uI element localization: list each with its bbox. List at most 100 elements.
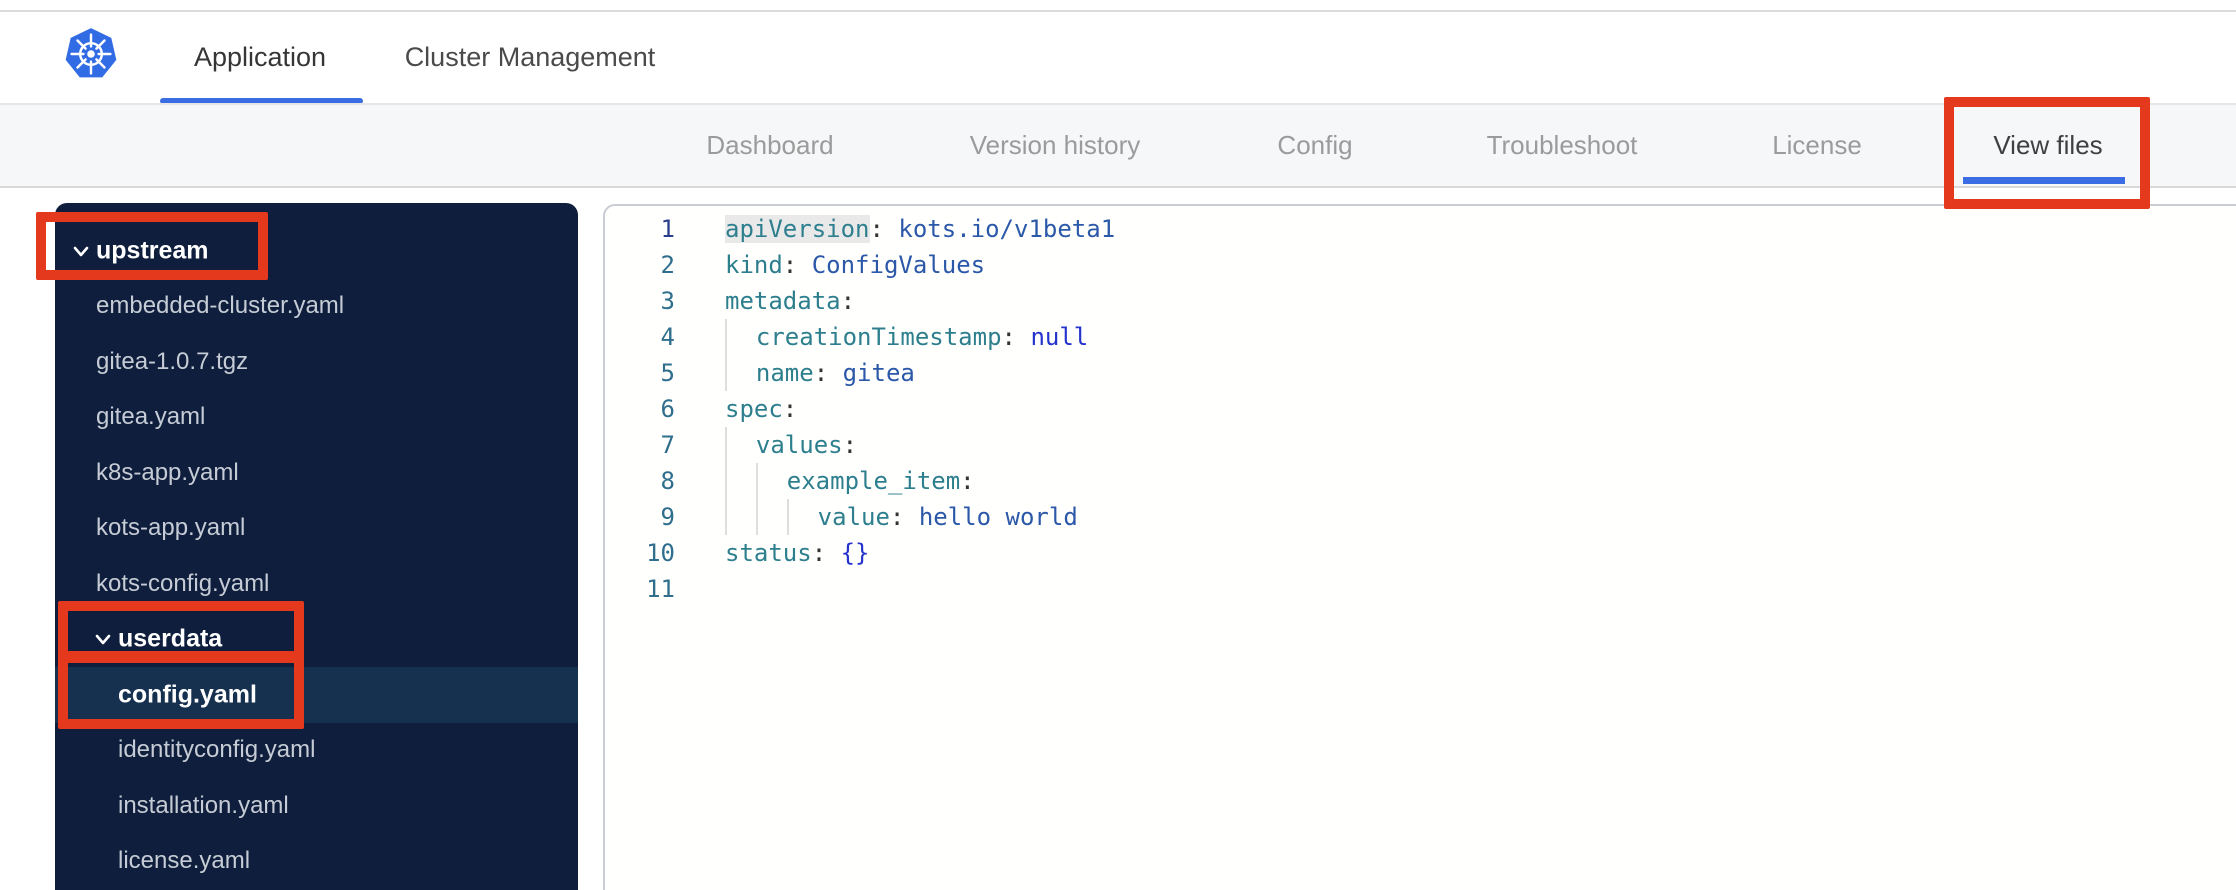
indent-guide	[786, 499, 818, 535]
code-line-text: values:	[675, 427, 857, 463]
tree-file-kots-app-yaml[interactable]: kots-app.yaml	[55, 501, 578, 557]
line-number: 5	[660, 359, 675, 387]
code-token: kind	[725, 251, 783, 279]
tree-item-label: embedded-cluster.yaml	[96, 292, 345, 320]
code-token: hello world	[918, 503, 1078, 531]
app-nav-bar: Dashboard Version history Config Troublesho…	[0, 105, 2236, 188]
code-line[interactable]: 10 status: {}	[605, 535, 2236, 571]
annotation-box-view-files	[1944, 97, 2150, 209]
indent-guide	[725, 319, 756, 355]
code-token: null	[1030, 323, 1089, 351]
code-token: :	[811, 539, 841, 567]
kubernetes-logo-icon	[65, 28, 117, 78]
line-number: 7	[660, 431, 675, 459]
code-token: {}	[840, 539, 870, 567]
tree-file-license-yaml[interactable]: license.yaml	[55, 834, 578, 890]
code-line[interactable]: 8 example_item:	[605, 463, 2236, 499]
indent-guide	[725, 355, 756, 391]
tab-license[interactable]: License	[1712, 105, 1922, 186]
tab-config[interactable]: Config	[1215, 105, 1415, 186]
code-token: :	[840, 287, 856, 315]
header-tab-cluster-management[interactable]: Cluster Management	[385, 12, 675, 102]
line-number: 6	[660, 395, 675, 423]
code-token: :	[1001, 323, 1031, 351]
code-token: gitea	[842, 359, 915, 387]
tree-file-embedded-cluster-yaml[interactable]: embedded-cluster.yaml	[55, 279, 578, 335]
indent-guide	[755, 463, 787, 499]
code-token: kots.io/v1beta1	[898, 215, 1116, 243]
code-line[interactable]: 11	[605, 571, 2236, 607]
tree-item-label: k8s-app.yaml	[96, 458, 239, 486]
code-line[interactable]: 7 values:	[605, 427, 2236, 463]
tree-item-label: identityconfig.yaml	[118, 736, 316, 764]
code-line-text: name: gitea	[675, 355, 915, 391]
tree-item-label: installation.yaml	[118, 791, 289, 819]
tree-file-identityconfig-yaml[interactable]: identityconfig.yaml	[55, 723, 578, 779]
annotation-box-upstream	[36, 212, 268, 280]
code-line-text: value: hello world	[675, 499, 1078, 535]
line-number: 10	[646, 539, 675, 567]
code-token: :	[782, 395, 798, 423]
code-token: spec	[725, 395, 783, 423]
code-line-text: creationTimestamp: null	[675, 319, 1088, 355]
tree-item-label: license.yaml	[118, 847, 251, 875]
code-line[interactable]: 5 name: gitea	[605, 355, 2236, 391]
file-editor[interactable]: 1 apiVersion: kots.io/v1beta1 2 kind: Confi…	[603, 204, 2236, 890]
code-token: :	[869, 215, 899, 243]
tab-troubleshoot[interactable]: Troubleshoot	[1452, 105, 1672, 186]
code-line-text: status: {}	[675, 535, 870, 571]
indent-guide	[725, 499, 756, 535]
indent-guide	[755, 499, 787, 535]
line-number: 3	[660, 287, 675, 315]
code-token: name	[755, 359, 814, 387]
code-line[interactable]: 3 metadata:	[605, 283, 2236, 319]
code-token: value	[817, 503, 890, 531]
annotation-box-config-yaml	[58, 653, 304, 729]
tab-dashboard[interactable]: Dashboard	[660, 105, 880, 186]
line-number: 9	[660, 503, 675, 531]
tree-file-installation-yaml[interactable]: installation.yaml	[55, 778, 578, 834]
header-tab-application[interactable]: Application	[150, 12, 370, 102]
code-line[interactable]: 6 spec:	[605, 391, 2236, 427]
code-line-text: spec:	[675, 391, 797, 427]
line-number: 2	[660, 251, 675, 279]
code-token: apiVersion	[725, 215, 870, 243]
code-line[interactable]: 1 apiVersion: kots.io/v1beta1	[605, 211, 2236, 247]
line-number: 1	[660, 215, 675, 243]
file-tree-sidebar: upstream embedded-cluster.yaml gitea-1.0.7…	[55, 203, 578, 890]
tree-item-label: kots-app.yaml	[96, 514, 246, 542]
code-token: :	[842, 431, 858, 459]
code-token: creationTimestamp	[755, 323, 1002, 351]
indent-guide	[725, 427, 756, 463]
code-line-text: apiVersion: kots.io/v1beta1	[675, 211, 1115, 247]
code-token: :	[813, 359, 843, 387]
tree-file-k8s-app-yaml[interactable]: k8s-app.yaml	[55, 445, 578, 501]
code-token: :	[889, 503, 919, 531]
line-number: 8	[660, 467, 675, 495]
code-token: values	[755, 431, 843, 459]
kots-admin-console: Application Cluster Management Dashboard V…	[0, 0, 2236, 890]
code-line[interactable]: 9 value: hello world	[605, 499, 2236, 535]
code-token: example_item	[786, 467, 961, 495]
code-token: status	[725, 539, 812, 567]
indent-guide	[725, 463, 756, 499]
code-line-text: example_item:	[675, 463, 975, 499]
line-number: 11	[646, 575, 675, 603]
code-line[interactable]: 2 kind: ConfigValues	[605, 247, 2236, 283]
tree-item-label: gitea-1.0.7.tgz	[96, 347, 249, 375]
tree-file-gitea-1-0-7-tgz[interactable]: gitea-1.0.7.tgz	[55, 334, 578, 390]
tree-item-label: gitea.yaml	[96, 403, 206, 431]
tree-file-gitea-yaml[interactable]: gitea.yaml	[55, 390, 578, 446]
annotation-box-userdata	[58, 601, 304, 661]
tree-item-label: kots-config.yaml	[96, 569, 270, 597]
code-token: :	[960, 467, 975, 495]
code-line-text: metadata:	[675, 283, 855, 319]
code-token: :	[782, 251, 812, 279]
line-number: 4	[660, 323, 675, 351]
code-line[interactable]: 4 creationTimestamp: null	[605, 319, 2236, 355]
code-token: ConfigValues	[811, 251, 986, 279]
code-line-text: kind: ConfigValues	[675, 247, 985, 283]
tab-version-history[interactable]: Version history	[935, 105, 1175, 186]
code-token: metadata	[725, 287, 841, 315]
